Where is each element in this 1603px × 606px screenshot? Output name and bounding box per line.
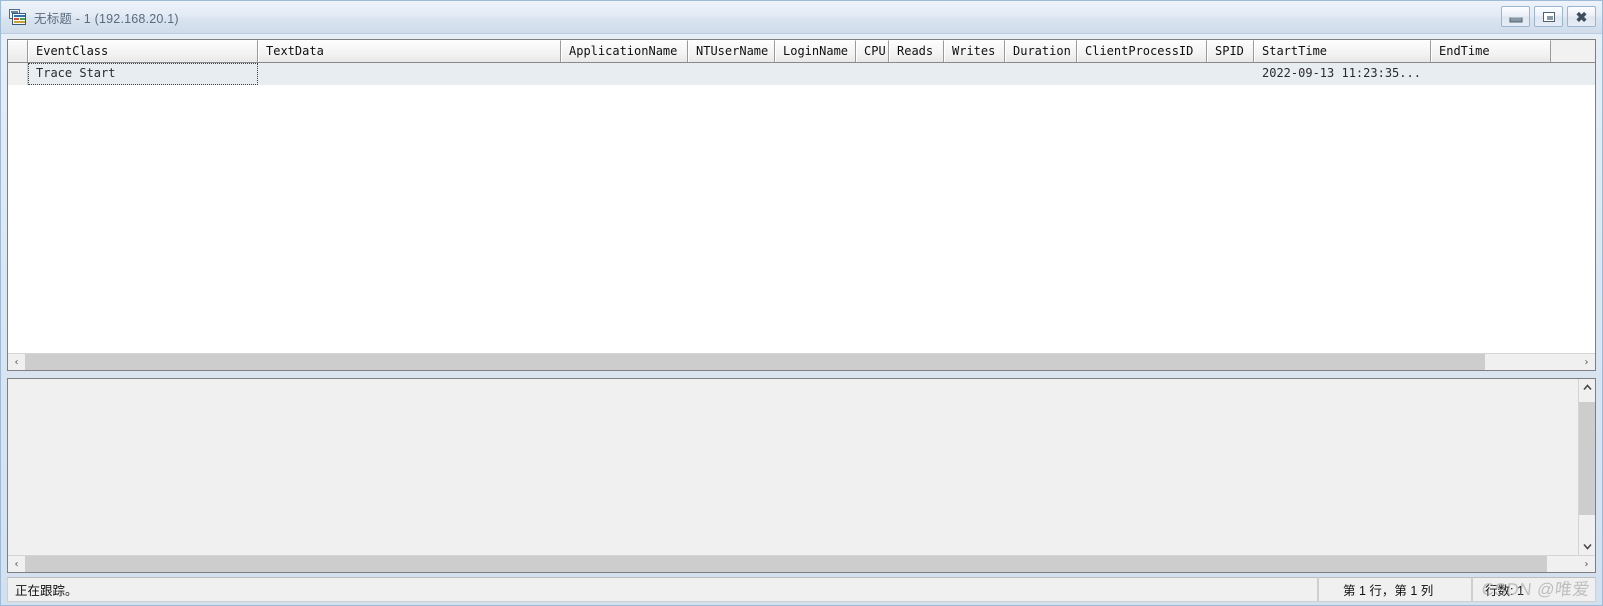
grid-hscroll-left-arrow[interactable]: ‹: [8, 354, 25, 370]
column-header-endtime[interactable]: EndTime: [1431, 40, 1551, 62]
column-header-cpu[interactable]: CPU: [856, 40, 889, 62]
detail-hscroll-right-arrow[interactable]: ›: [1578, 556, 1595, 572]
restore-icon: [1542, 11, 1555, 22]
detail-text-area[interactable]: [8, 379, 1578, 555]
cell-clientprocessid[interactable]: [1077, 63, 1207, 85]
window-controls: ✖: [1501, 6, 1596, 27]
detail-pane-inner: [8, 379, 1595, 555]
cell-eventclass[interactable]: Trace Start: [28, 63, 258, 85]
status-message: 正在跟踪。: [7, 577, 1318, 602]
status-cursor-position: 第 1 行，第 1 列: [1318, 577, 1472, 602]
grid-hscroll-thumb[interactable]: [25, 354, 1485, 370]
row-gutter[interactable]: [8, 63, 28, 85]
status-row-count: 行数: 1: [1472, 577, 1596, 602]
column-header-writes[interactable]: Writes: [944, 40, 1005, 62]
detail-hscrollbar[interactable]: ‹ ›: [8, 555, 1595, 572]
column-header-applicationname[interactable]: ApplicationName: [561, 40, 688, 62]
minimize-button[interactable]: [1501, 6, 1530, 27]
close-icon: ✖: [1575, 8, 1588, 25]
window-title: 无标题 - 1 (192.168.20.1): [34, 11, 179, 26]
detail-hscroll-left-arrow[interactable]: ‹: [8, 556, 25, 572]
client-area: EventClass TextData ApplicationName NTUserN…: [1, 34, 1602, 573]
detail-hscroll-track[interactable]: [25, 556, 1578, 572]
cell-cpu[interactable]: [856, 63, 889, 85]
trace-grid-pane: EventClass TextData ApplicationName NTUserN…: [7, 39, 1596, 371]
profiler-trace-icon: [9, 8, 27, 26]
detail-vscrollbar[interactable]: [1578, 379, 1595, 555]
detail-vscroll-thumb[interactable]: [1579, 401, 1595, 516]
cell-writes[interactable]: [944, 63, 1005, 85]
restore-button[interactable]: [1534, 6, 1563, 27]
detail-vscroll-track[interactable]: [1579, 396, 1595, 538]
detail-vscroll-down-arrow[interactable]: [1579, 538, 1595, 555]
column-header-eventclass[interactable]: EventClass: [28, 40, 258, 62]
grid-body[interactable]: Trace Start 2022-09-13 11:23:35...: [8, 63, 1595, 353]
grid-header-row: EventClass TextData ApplicationName NTUserN…: [8, 40, 1595, 63]
cell-duration[interactable]: [1005, 63, 1077, 85]
cell-spid[interactable]: [1207, 63, 1254, 85]
status-bar: 正在跟踪。 第 1 行，第 1 列 行数: 1 CSDN @唯爱: [7, 577, 1596, 602]
column-header-reads[interactable]: Reads: [889, 40, 944, 62]
cell-ntusername[interactable]: [688, 63, 775, 85]
cell-loginname[interactable]: [775, 63, 856, 85]
cell-endtime[interactable]: [1431, 63, 1551, 85]
profiler-trace-window: 无标题 - 1 (192.168.20.1) ✖ EventClass TextD…: [0, 0, 1603, 606]
detail-hscroll-thumb[interactable]: [25, 556, 1547, 572]
title-bar[interactable]: 无标题 - 1 (192.168.20.1) ✖: [1, 1, 1602, 34]
grid-hscrollbar[interactable]: ‹ ›: [8, 353, 1595, 370]
column-header-clientprocessid[interactable]: ClientProcessID: [1077, 40, 1207, 62]
grid-hscroll-track[interactable]: [25, 354, 1578, 370]
column-header-textdata[interactable]: TextData: [258, 40, 561, 62]
minimize-icon: [1509, 17, 1522, 22]
column-header-ntusername[interactable]: NTUserName: [688, 40, 775, 62]
cell-applicationname[interactable]: [561, 63, 688, 85]
table-row[interactable]: Trace Start 2022-09-13 11:23:35...: [8, 63, 1595, 86]
cell-starttime[interactable]: 2022-09-13 11:23:35...: [1254, 63, 1431, 85]
chevron-up-icon: [1582, 384, 1592, 391]
grid-hscroll-right-arrow[interactable]: ›: [1578, 354, 1595, 370]
column-header-spid[interactable]: SPID: [1207, 40, 1254, 62]
chevron-down-icon: [1582, 543, 1592, 550]
pane-splitter[interactable]: [7, 371, 1596, 378]
detail-pane: ‹ ›: [7, 378, 1596, 573]
cell-reads[interactable]: [889, 63, 944, 85]
column-header-starttime[interactable]: StartTime: [1254, 40, 1431, 62]
detail-vscroll-up-arrow[interactable]: [1579, 379, 1595, 396]
column-header-loginname[interactable]: LoginName: [775, 40, 856, 62]
cell-textdata[interactable]: [258, 63, 561, 85]
column-header-duration[interactable]: Duration: [1005, 40, 1077, 62]
close-button[interactable]: ✖: [1567, 6, 1596, 27]
grid-corner-header[interactable]: [8, 40, 28, 62]
